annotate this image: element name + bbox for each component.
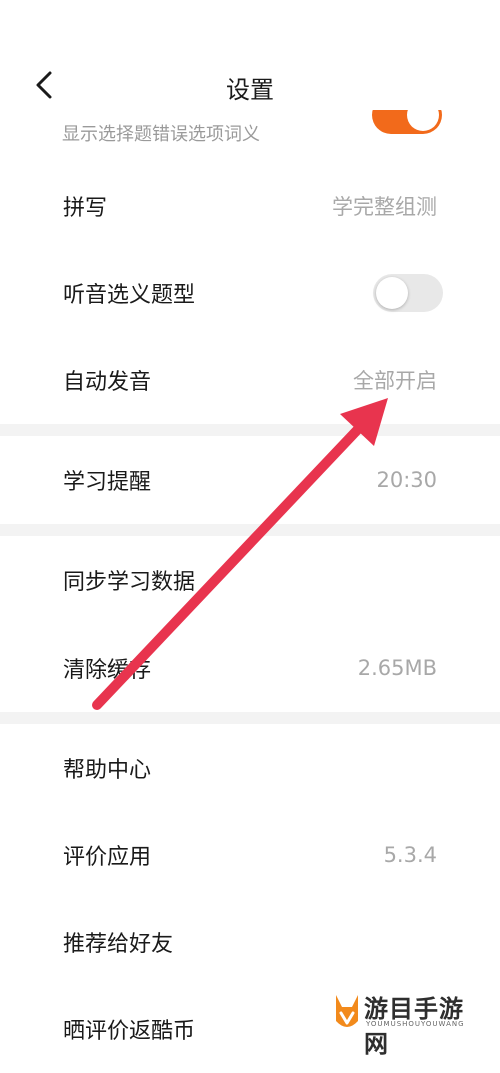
row-value: 全部开启 <box>353 369 437 393</box>
row-label: 自动发音 <box>63 370 152 395</box>
row-label: 拼写 <box>63 196 108 221</box>
settings-row-reminder[interactable]: 学习提醒 20:30 <box>0 436 500 524</box>
settings-row-auto-pronounce[interactable]: 自动发音 全部开启 <box>0 336 500 424</box>
section-divider <box>0 424 500 436</box>
row-value: 5.3.4 <box>383 843 437 867</box>
watermark: 游目手游网 YOUMUSHOUYOUWANG <box>328 989 488 1058</box>
settings-row-help[interactable]: 帮助中心 <box>0 724 500 812</box>
row-value: 2.65MB <box>357 656 437 680</box>
settings-row-rate[interactable]: 评价应用 5.3.4 <box>0 811 500 899</box>
row-label: 清除缓存 <box>63 658 152 683</box>
rabbit-logo-icon <box>336 995 358 1027</box>
settings-row-cache[interactable]: 清除缓存 2.65MB <box>0 624 500 712</box>
row-value: 20:30 <box>376 468 437 492</box>
row-label: 推荐给好友 <box>63 932 174 957</box>
watermark-subtext: YOUMUSHOUYOUWANG <box>366 1020 465 1028</box>
settings-row-spelling[interactable]: 拼写 学完整组测 <box>0 162 500 250</box>
row-value: 学完整组测 <box>332 195 437 219</box>
settings-row-sync[interactable]: 同步学习数据 <box>0 536 500 624</box>
section-divider <box>0 524 500 536</box>
settings-row-listening[interactable]: 听音选义题型 <box>0 249 500 337</box>
row-label: 帮助中心 <box>63 758 152 783</box>
row-label: 学习提醒 <box>63 470 152 495</box>
row-label: 听音选义题型 <box>63 283 196 308</box>
row-label: 评价应用 <box>63 845 152 870</box>
toggle-knob <box>376 277 408 309</box>
listening-toggle[interactable] <box>373 274 443 312</box>
row-subtitle: 显示选择题错误选项词义 <box>62 124 260 145</box>
header-mask <box>360 80 460 110</box>
section-divider <box>0 712 500 724</box>
row-label: 同步学习数据 <box>63 570 196 595</box>
row-label: 晒评价返酷币 <box>63 1019 196 1044</box>
settings-row-recommend[interactable]: 推荐给好友 <box>0 898 500 986</box>
